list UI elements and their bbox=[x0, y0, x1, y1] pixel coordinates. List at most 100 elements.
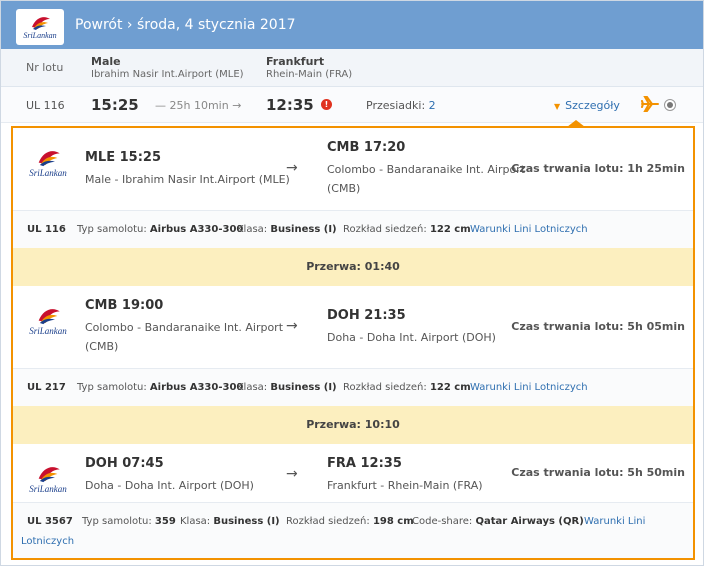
arrival-place: Colombo - Bandaranaike Int. Airport bbox=[327, 163, 526, 176]
segment-duration: Czas trwania lotu: 1h 25min bbox=[511, 162, 685, 175]
segment-flight-number: UL 3567 bbox=[27, 516, 73, 527]
flight-summary-row[interactable]: UL 116 15:25 — 25h 10min → 12:35 ! Przes… bbox=[1, 87, 703, 123]
srilankan-peacock-logo-icon bbox=[32, 16, 50, 30]
destination-city: Frankfurt Rhein-Main (FRA) bbox=[266, 55, 352, 80]
segment-2: SriLankan CMB 19:00 Colombo - Bandaranai… bbox=[13, 286, 693, 368]
aircraft-value: Airbus A330-300 bbox=[149, 382, 244, 393]
airline-terms-link-continued[interactable]: Lotniczych bbox=[21, 536, 74, 547]
arrow-right-icon: → bbox=[286, 160, 298, 176]
page-title: Powrót › środa, 4 stycznia 2017 bbox=[75, 17, 296, 33]
aircraft-info: Typ samolotu: 359 bbox=[82, 516, 176, 527]
aircraft-label: Typ samolotu: bbox=[77, 382, 147, 393]
airline-logo-text: SriLankan bbox=[29, 484, 67, 494]
srilankan-peacock-logo-icon bbox=[38, 151, 60, 167]
departure-time: MLE 15:25 bbox=[85, 150, 162, 165]
class-value: Business (I) bbox=[270, 382, 337, 393]
airline-logo-text: SriLankan bbox=[29, 326, 67, 336]
class-label: Klasa: bbox=[237, 382, 268, 393]
plane-icon bbox=[641, 96, 659, 112]
airline-logo: SriLankan bbox=[16, 9, 64, 45]
arrival-place-code: (CMB) bbox=[327, 182, 361, 195]
departure-time: DOH 07:45 bbox=[85, 456, 164, 471]
arrival-place: Frankfurt - Rhein-Main (FRA) bbox=[327, 479, 483, 492]
aircraft-label: Typ samolotu: bbox=[82, 516, 152, 527]
class-value: Business (I) bbox=[270, 224, 337, 235]
details-toggle[interactable]: ▼ Szczegóły bbox=[554, 99, 620, 112]
airline-terms-link[interactable]: Warunki Lini Lotniczych bbox=[470, 382, 588, 393]
airline-terms-link[interactable]: Warunki Lini bbox=[584, 516, 645, 527]
origin-city: Male Ibrahim Nasir Int.Airport (MLE) bbox=[91, 55, 244, 80]
warning-icon: ! bbox=[321, 99, 332, 110]
arrow-right-icon: → bbox=[286, 318, 298, 334]
arrival-time: CMB 17:20 bbox=[327, 140, 406, 155]
header-bar: SriLankan Powrót › środa, 4 stycznia 201… bbox=[1, 1, 703, 49]
details-pointer bbox=[567, 120, 585, 127]
segment-duration: Czas trwania lotu: 5h 05min bbox=[511, 320, 685, 333]
route-header: Nr lotu Male Ibrahim Nasir Int.Airport (… bbox=[1, 49, 703, 87]
segment-3-info: UL 3567 Typ samolotu: 359 Klasa: Busines… bbox=[13, 502, 693, 558]
departure-place: Doha - Doha Int. Airport (DOH) bbox=[85, 479, 254, 492]
summary-duration: — 25h 10min → bbox=[155, 99, 242, 112]
stops-info: Przesiadki: 2 bbox=[366, 99, 436, 112]
segment-flight-number: UL 217 bbox=[27, 382, 66, 393]
arrival-place: Doha - Doha Int. Airport (DOH) bbox=[327, 331, 496, 344]
srilankan-peacock-logo-icon bbox=[38, 309, 60, 325]
airline-terms-link[interactable]: Warunki Lini Lotniczych bbox=[470, 224, 588, 235]
class-label: Klasa: bbox=[237, 224, 268, 235]
destination-city-name: Frankfurt bbox=[266, 55, 325, 68]
stops-label: Przesiadki: bbox=[366, 99, 426, 112]
departure-time: CMB 19:00 bbox=[85, 298, 164, 313]
layover-2: Przerwa: 10:10 bbox=[13, 406, 693, 444]
layover-1: Przerwa: 01:40 bbox=[13, 248, 693, 286]
departure-place-code: (CMB) bbox=[85, 340, 119, 353]
flight-details-panel: SriLankan MLE 15:25 Male - Ibrahim Nasir… bbox=[11, 126, 695, 560]
select-radio-button[interactable] bbox=[664, 99, 676, 111]
aircraft-label: Typ samolotu: bbox=[77, 224, 147, 235]
summary-arrival-time: 12:35 bbox=[266, 96, 314, 114]
class-value: Business (I) bbox=[213, 516, 280, 527]
aircraft-info: Typ samolotu: Airbus A330-300 bbox=[77, 382, 243, 393]
origin-city-name: Male bbox=[91, 55, 121, 68]
segment-1-info: UL 116 Typ samolotu: Airbus A330-300 Kla… bbox=[13, 210, 693, 248]
srilankan-peacock-logo-icon bbox=[38, 467, 60, 483]
seat-label: Rozkład siedzeń: bbox=[343, 224, 427, 235]
seat-value: 122 cm bbox=[429, 224, 471, 235]
details-label: Szczegóły bbox=[565, 99, 620, 112]
airline-logo: SriLankan bbox=[25, 464, 71, 504]
aircraft-value: 359 bbox=[154, 516, 176, 527]
arrival-time: FRA 12:35 bbox=[327, 456, 402, 471]
class-info: Klasa: Business (I) bbox=[237, 224, 337, 235]
aircraft-info: Typ samolotu: Airbus A330-300 bbox=[77, 224, 243, 235]
codeshare-info: Code-share: Qatar Airways (QR) bbox=[412, 516, 584, 527]
seat-label: Rozkład siedzeń: bbox=[286, 516, 370, 527]
segment-1: SriLankan MLE 15:25 Male - Ibrahim Nasir… bbox=[13, 128, 693, 210]
summary-departure-time: 15:25 bbox=[91, 96, 139, 114]
airline-logo-text: SriLankan bbox=[23, 30, 57, 40]
departure-place: Colombo - Bandaranaike Int. Airport bbox=[85, 321, 284, 334]
stops-count: 2 bbox=[428, 99, 436, 112]
triangle-down-icon: ▼ bbox=[554, 102, 561, 111]
class-label: Klasa: bbox=[180, 516, 211, 527]
arrow-right-icon: → bbox=[286, 466, 298, 482]
codeshare-value: Qatar Airways (QR) bbox=[475, 516, 584, 527]
class-info: Klasa: Business (I) bbox=[237, 382, 337, 393]
segment-2-info: UL 217 Typ samolotu: Airbus A330-300 Kla… bbox=[13, 368, 693, 406]
arrival-time: DOH 21:35 bbox=[327, 308, 406, 323]
origin-airport-name: Ibrahim Nasir Int.Airport (MLE) bbox=[91, 69, 244, 80]
segment-flight-number: UL 116 bbox=[27, 224, 66, 235]
aircraft-value: Airbus A330-300 bbox=[149, 224, 244, 235]
class-info: Klasa: Business (I) bbox=[180, 516, 280, 527]
airline-logo: SriLankan bbox=[25, 306, 71, 346]
seat-label: Rozkład siedzeń: bbox=[343, 382, 427, 393]
segment-duration: Czas trwania lotu: 5h 50min bbox=[511, 466, 685, 479]
summary-flight-number: UL 116 bbox=[26, 99, 65, 112]
destination-airport-name: Rhein-Main (FRA) bbox=[266, 69, 353, 80]
seat-info: Rozkład siedzeń: 122 cm bbox=[343, 382, 471, 393]
seat-info: Rozkład siedzeń: 198 cm bbox=[286, 516, 414, 527]
flight-card: SriLankan Powrót › środa, 4 stycznia 201… bbox=[0, 0, 704, 566]
seat-info: Rozkład siedzeń: 122 cm bbox=[343, 224, 471, 235]
airline-logo: SriLankan bbox=[25, 148, 71, 188]
departure-place: Male - Ibrahim Nasir Int.Airport (MLE) bbox=[85, 173, 290, 186]
seat-value: 198 cm bbox=[372, 516, 414, 527]
seat-value: 122 cm bbox=[429, 382, 471, 393]
